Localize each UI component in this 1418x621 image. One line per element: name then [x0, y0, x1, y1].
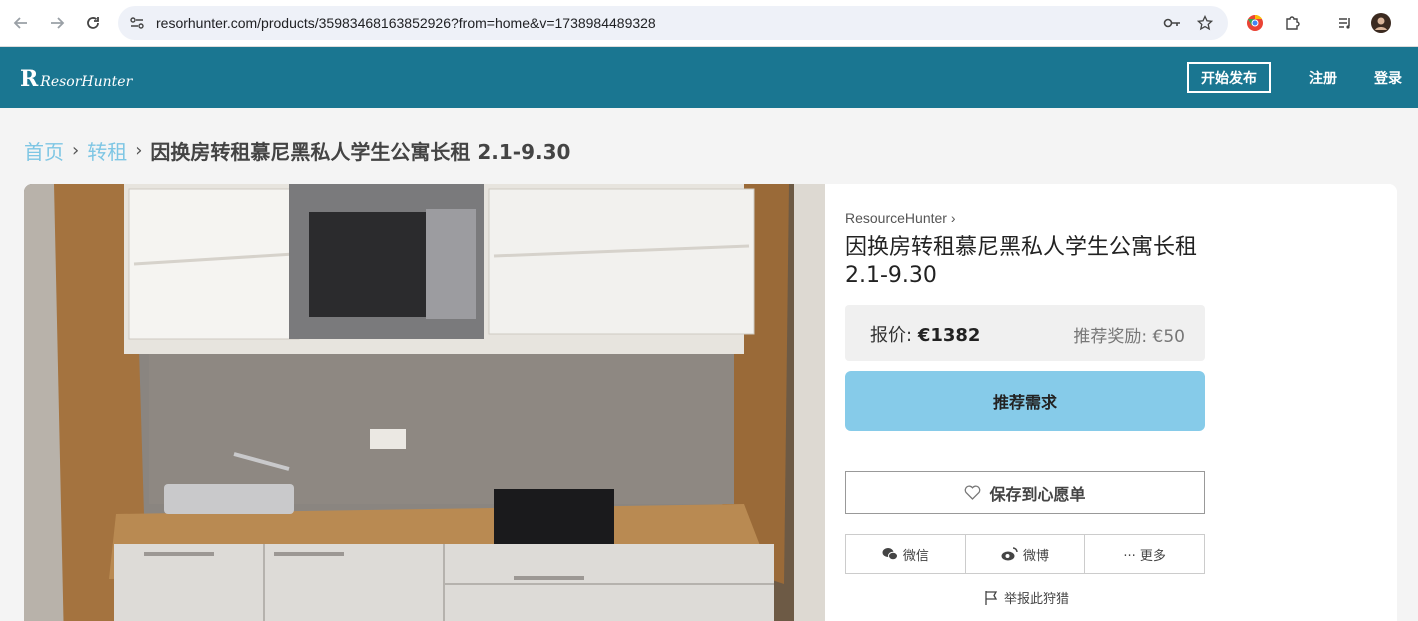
weibo-label: 微博 [1023, 548, 1050, 564]
back-arrow-icon[interactable] [10, 12, 32, 34]
breadcrumb-home[interactable]: 首页 [24, 136, 64, 165]
price-label: 报价: [870, 325, 913, 346]
share-weibo-button[interactable]: 微博 [966, 535, 1086, 573]
wechat-label: 微信 [902, 548, 929, 564]
wishlist-button[interactable]: 保存到心愿单 [845, 471, 1205, 514]
product-title: 因换房转租慕尼黑私人学生公寓长租 2.1-9.30 [845, 235, 1198, 288]
seller-name: ResourceHunter [845, 210, 947, 226]
password-key-icon[interactable] [1163, 14, 1181, 32]
share-bar: 微信 微博 ··· 更多 [845, 534, 1205, 574]
site-header: R ResorHunter 开始发布 注册 登录 [0, 47, 1418, 108]
chrome-extension-icon[interactable] [1244, 12, 1266, 34]
chevron-right-icon: › [135, 140, 143, 161]
extensions-puzzle-icon[interactable] [1281, 12, 1303, 34]
profile-avatar[interactable] [1370, 12, 1392, 34]
flag-icon [985, 590, 998, 605]
forward-arrow-icon[interactable] [46, 12, 68, 34]
breadcrumb-current: 因换房转租慕尼黑私人学生公寓长租 2.1-9.30 [150, 140, 571, 164]
product-card: ResourceHunter › 因换房转租慕尼黑私人学生公寓长租 2.1-9.… [24, 184, 1397, 621]
logo-letter: R [20, 66, 39, 92]
logo-text: ResorHunter [40, 74, 133, 90]
price-value: €1382 [917, 325, 981, 346]
url-text[interactable]: resorhunter.com/products/359834681638529… [156, 15, 656, 31]
report-label: 举报此狩猎 [1004, 592, 1070, 607]
share-more-button[interactable]: ··· 更多 [1085, 535, 1204, 573]
wechat-icon [882, 548, 898, 561]
reload-icon[interactable] [82, 12, 104, 34]
heart-icon [964, 485, 981, 500]
seller-link[interactable]: ResourceHunter › [845, 210, 956, 226]
breadcrumb: 首页 › 转租 › 因换房转租慕尼黑私人学生公寓长租 2.1-9.30 [24, 136, 570, 165]
chevron-right-icon: › [950, 210, 956, 226]
chevron-right-icon: › [72, 140, 80, 161]
referral-reward: 推荐奖励: €50 [1073, 327, 1185, 347]
bookmark-star-icon[interactable] [1196, 14, 1214, 32]
register-link[interactable]: 注册 [1309, 68, 1337, 88]
kitchen-photo[interactable] [24, 184, 825, 621]
share-wechat-button[interactable]: 微信 [846, 535, 966, 573]
more-label: ··· 更多 [1123, 548, 1166, 564]
browser-toolbar: resorhunter.com/products/359834681638529… [0, 0, 1418, 47]
breadcrumb-category[interactable]: 转租 [87, 136, 127, 165]
address-bar[interactable]: resorhunter.com/products/359834681638529… [118, 6, 1228, 40]
price-box: 报价: €1382 推荐奖励: €50 [845, 305, 1205, 361]
wishlist-label: 保存到心愿单 [989, 484, 1086, 504]
media-controls-icon[interactable] [1334, 12, 1356, 34]
publish-button[interactable]: 开始发布 [1187, 62, 1271, 93]
recommend-button[interactable]: 推荐需求 [845, 371, 1205, 431]
login-link[interactable]: 登录 [1374, 68, 1402, 88]
site-settings-icon[interactable] [128, 14, 146, 32]
price: 报价: €1382 [870, 321, 980, 347]
site-logo[interactable]: R ResorHunter [20, 66, 132, 92]
weibo-icon [1001, 547, 1018, 561]
report-link[interactable]: 举报此狩猎 [984, 588, 1069, 607]
